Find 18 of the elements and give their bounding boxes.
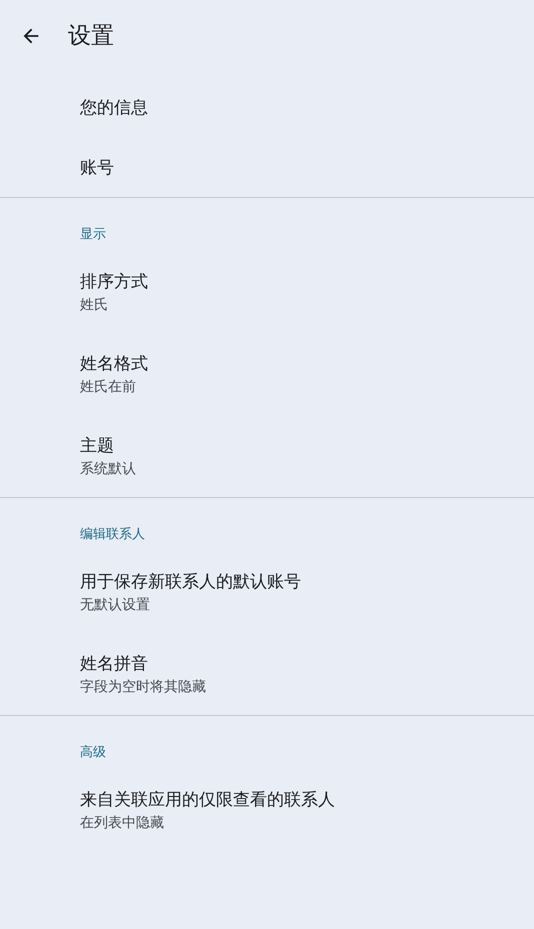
setting-value: 系统默认 [80,460,136,478]
section-heading: 高级 [80,745,106,760]
setting-value: 姓氏 [80,296,108,314]
setting-value: 姓氏在前 [80,378,136,396]
setting-value: 字段为空时将其隐藏 [80,678,206,696]
setting-title[interactable]: 姓名拼音 [80,652,148,675]
page-title: 设置 [68,22,114,51]
setting-title[interactable]: 排序方式 [80,270,148,293]
setting-title[interactable]: 主题 [80,434,114,457]
setting-value: 无默认设置 [80,596,150,614]
setting-title[interactable]: 您的信息 [80,96,148,118]
section-heading: 显示 [80,227,106,242]
setting-title[interactable]: 账号 [80,156,114,178]
section-heading: 编辑联系人 [80,527,145,542]
setting-value: 在列表中隐藏 [80,814,164,832]
setting-title[interactable]: 姓名格式 [80,352,148,375]
setting-title[interactable]: 用于保存新联系人的默认账号 [80,570,301,593]
setting-title[interactable]: 来自关联应用的仅限查看的联系人 [80,788,335,811]
